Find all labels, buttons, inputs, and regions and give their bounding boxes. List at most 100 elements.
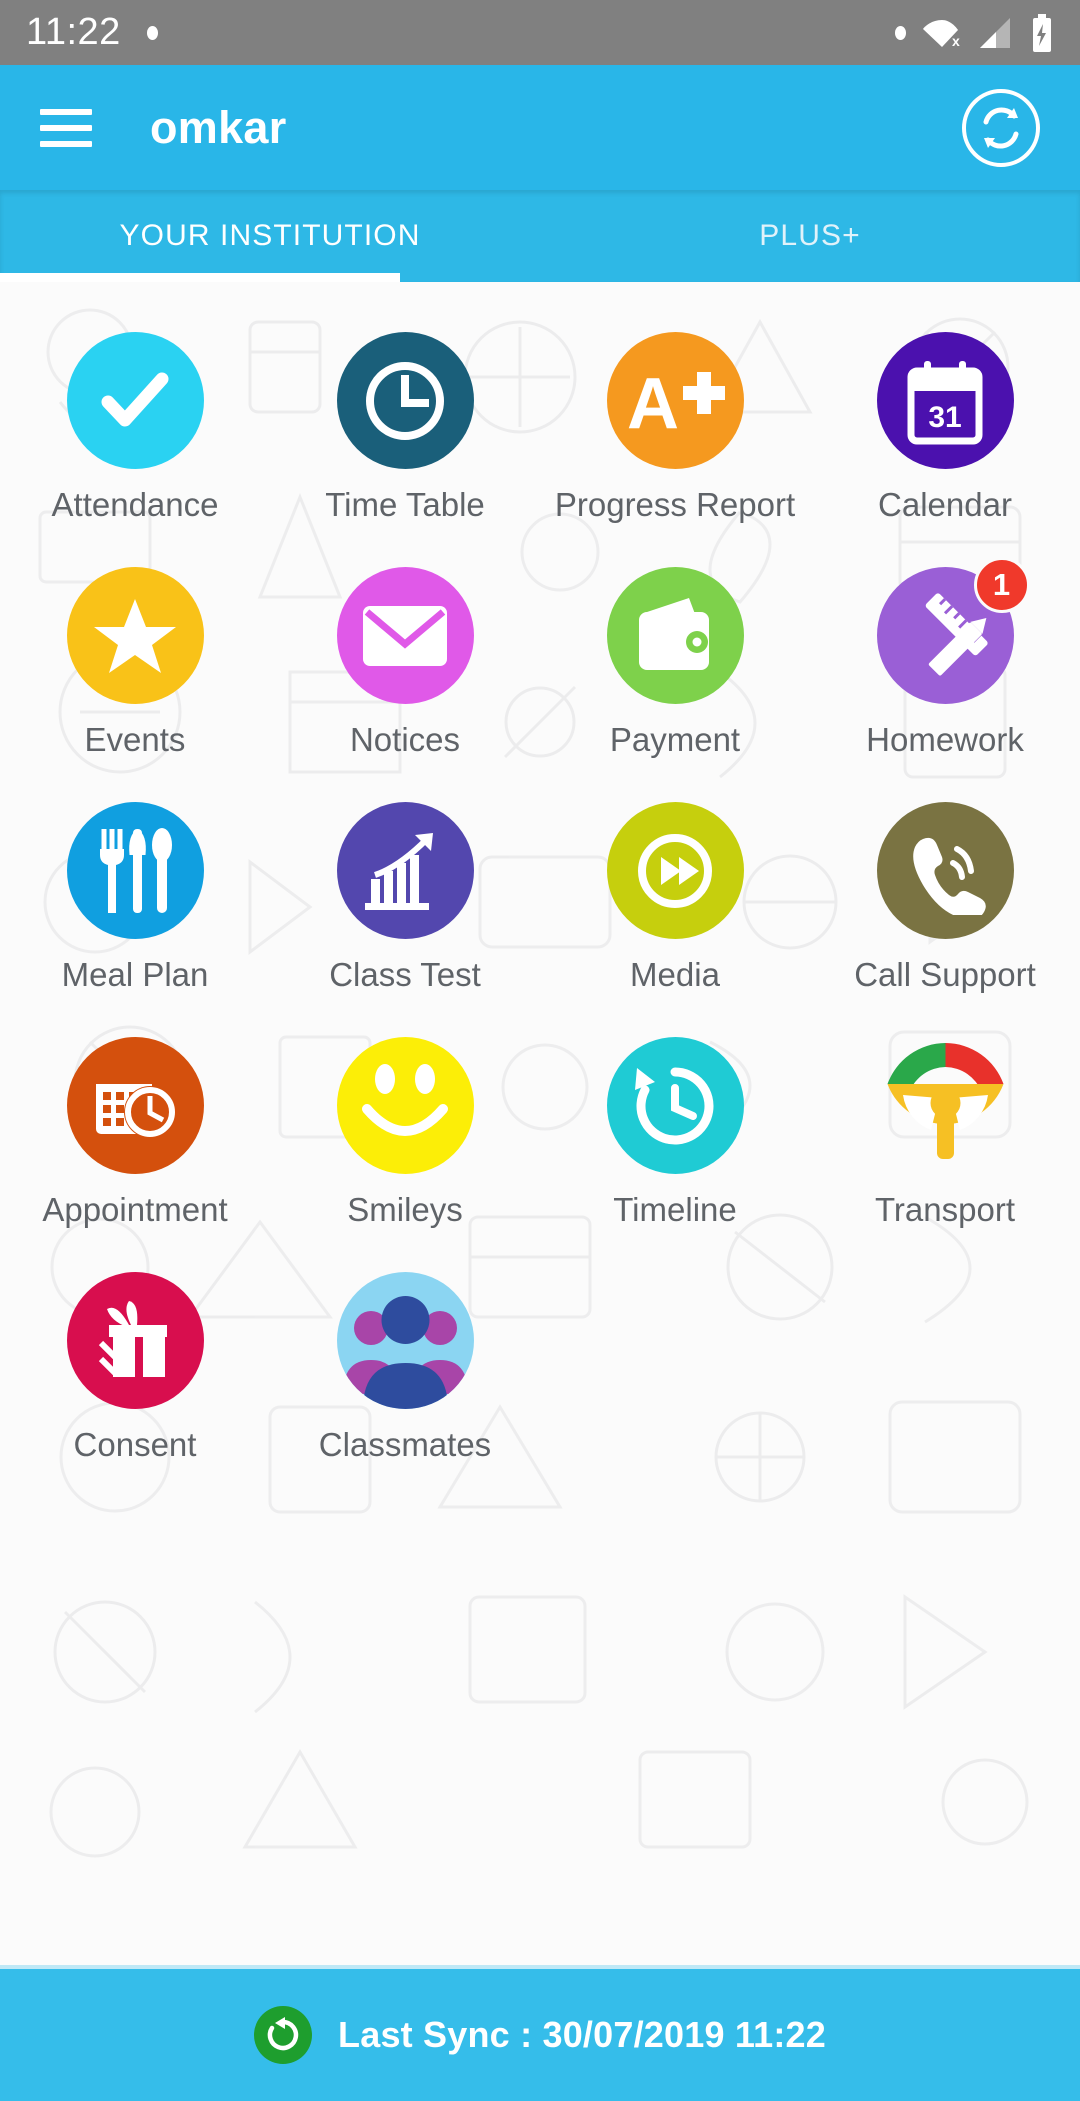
star-icon (94, 598, 176, 673)
grid-item-meal-plan[interactable]: Meal Plan (0, 802, 270, 1037)
tab-label: PLUS+ (759, 219, 861, 252)
envelope-icon (363, 605, 447, 666)
grid-item-calendar[interactable]: 31 Calendar (810, 332, 1080, 567)
ruler-pencil-icon (925, 592, 988, 675)
people-group-icon (342, 1296, 468, 1409)
icon-circle (66, 1037, 204, 1174)
grid-item-smileys[interactable]: Smileys (270, 1037, 540, 1272)
icon-wrapper (66, 567, 204, 704)
sync-refresh-icon (267, 2017, 299, 2051)
bar-chart-arrow-icon (365, 832, 433, 910)
grid-item-label: Progress Report (554, 486, 796, 523)
a-plus-grade-icon: A (627, 364, 725, 442)
icon-circle (336, 1037, 474, 1174)
grid-item-call-support[interactable]: Call Support (810, 802, 1080, 1037)
grid-item-time-table[interactable]: Time Table (270, 332, 540, 567)
grid-item-label: Meal Plan (61, 956, 209, 993)
grid-item-label: Smileys (347, 1191, 463, 1228)
play-fast-forward-icon (638, 833, 712, 908)
sync-status-icon (254, 2006, 313, 2064)
icon-wrapper (66, 802, 204, 939)
clock-history-icon (635, 1067, 714, 1144)
icon-circle (336, 332, 474, 469)
app-icon-grid: Attendance Time Table A Progress Report … (0, 282, 1080, 1507)
grid-item-label: Class Test (329, 956, 481, 993)
grid-item-label: Media (630, 956, 720, 993)
grid-item-label: Classmates (318, 1426, 492, 1463)
grid-item-label: Time Table (325, 486, 485, 523)
icon-circle (66, 567, 204, 704)
active-tab-indicator (0, 273, 400, 282)
last-sync-text: Last Sync : 30/07/2019 11:22 (338, 2014, 826, 2055)
icon-circle (606, 802, 744, 939)
clock-icon (366, 361, 444, 440)
icon-wrapper: 1 (876, 557, 1030, 704)
status-right-icons: x (895, 13, 1054, 52)
icon-wrapper (336, 567, 474, 704)
icon-wrapper (876, 802, 1014, 939)
grid-item-payment[interactable]: Payment (540, 567, 810, 802)
svg-text:A: A (627, 364, 679, 442)
icon-wrapper: 31 (876, 332, 1014, 469)
gift-box-icon (98, 1300, 167, 1377)
check-mark-icon (101, 372, 169, 426)
icon-circle (336, 802, 474, 939)
grid-item-label: Homework (866, 721, 1024, 758)
grid-item-transport[interactable]: Transport (810, 1037, 1080, 1272)
icon-circle (606, 1037, 744, 1174)
grid-item-consent[interactable]: Consent (0, 1272, 270, 1507)
grid-item-label: Consent (73, 1426, 197, 1463)
sync-refresh-button[interactable] (962, 88, 1040, 167)
cutlery-icon (100, 827, 172, 913)
status-bar: 11:22 x (0, 0, 1080, 65)
notification-dot-icon (146, 25, 158, 40)
grid-item-media[interactable]: Media (540, 802, 810, 1037)
grid-item-attendance[interactable]: Attendance (0, 332, 270, 567)
icon-wrapper (606, 1037, 744, 1174)
hamburger-line (40, 140, 92, 147)
grid-item-timeline[interactable]: Timeline (540, 1037, 810, 1272)
grid-item-label: Transport (875, 1191, 1015, 1228)
grid-item-label: Payment (609, 721, 741, 758)
grid-item-progress-report[interactable]: A Progress Report (540, 332, 810, 567)
signal-icon (980, 17, 1010, 48)
status-dot-icon (895, 25, 906, 40)
grid-item-notices[interactable]: Notices (270, 567, 540, 802)
icon-wrapper (66, 332, 204, 469)
grid-item-homework[interactable]: 1 Homework (810, 557, 1080, 802)
tab-bar: YOUR INSTITUTION PLUS+ (0, 190, 1080, 282)
grid-item-label: Call Support (854, 956, 1036, 993)
app-root: 11:22 x omkar YOUR INSTITUTION PLUS+ Att… (0, 0, 1080, 2101)
page-title: omkar (150, 101, 287, 153)
grid-item-label: Events (84, 721, 186, 758)
grid-item-events[interactable]: Events (0, 567, 270, 802)
icon-wrapper (606, 802, 744, 939)
icon-circle (876, 802, 1014, 939)
battery-charging-icon (1033, 13, 1051, 52)
icon-wrapper (336, 1037, 474, 1174)
svg-text:x: x (952, 33, 960, 49)
icon-circle (606, 567, 744, 704)
calendar-31-icon: 31 (907, 360, 983, 444)
hamburger-menu-icon[interactable] (40, 108, 92, 147)
icon-circle (66, 332, 204, 469)
icon-circle: 31 (876, 332, 1014, 469)
grid-item-label: Timeline (613, 1191, 737, 1228)
icon-wrapper: A (606, 332, 744, 469)
main-content: Attendance Time Table A Progress Report … (0, 282, 1080, 1965)
smiley-face-icon (362, 1063, 448, 1136)
grid-item-class-test[interactable]: Class Test (270, 802, 540, 1037)
icon-circle (66, 1272, 204, 1409)
icon-circle (336, 567, 474, 704)
tab-plus[interactable]: PLUS+ (540, 190, 1080, 282)
steering-wheel-icon (887, 1043, 1003, 1159)
tab-your-institution[interactable]: YOUR INSTITUTION (0, 190, 540, 282)
svg-text:31: 31 (928, 401, 961, 434)
last-sync-bar[interactable]: Last Sync : 30/07/2019 11:22 (0, 1965, 1080, 2101)
icon-circle (66, 802, 204, 939)
grid-item-appointment[interactable]: Appointment (0, 1037, 270, 1272)
calendar-clock-icon (96, 1071, 176, 1138)
grid-item-label: Attendance (51, 486, 219, 523)
grid-item-classmates[interactable]: Classmates (270, 1272, 540, 1507)
icon-circle: A (606, 332, 744, 469)
